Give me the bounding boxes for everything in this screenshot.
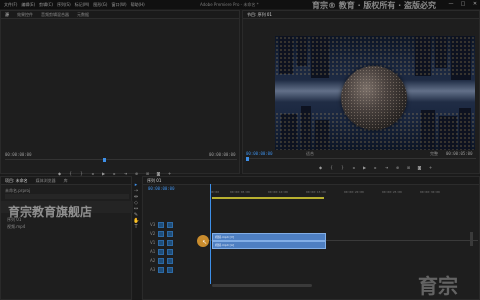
tab-effect-controls[interactable]: 效果控件 <box>17 12 33 18</box>
program-playhead[interactable] <box>246 157 249 161</box>
planet-sphere <box>341 66 407 130</box>
source-timecode-in[interactable]: 00:00:00:00 <box>5 152 32 157</box>
step-back-icon[interactable]: ◂ <box>351 165 356 170</box>
go-to-out-icon[interactable]: ⇥ <box>384 165 389 170</box>
track-header-a1: A1 <box>150 247 208 256</box>
source-scrub-bar[interactable] <box>5 159 237 160</box>
track-header-v3: V3 <box>150 220 208 229</box>
project-panel: 项目: 未命名 媒体浏览器 库 未命名.prproj 序列 01 视频.mp4 <box>0 176 133 300</box>
tab-metadata[interactable]: 元数据 <box>77 12 89 18</box>
extract-icon[interactable]: ⊞ <box>406 165 411 170</box>
source-playhead[interactable] <box>103 158 106 162</box>
watermark-left: 育宗教育旗舰店 <box>8 205 93 219</box>
menu-sequence[interactable]: 序列(S) <box>57 2 71 8</box>
app-title: Adobe Premiere Pro - 未命名 * <box>200 2 259 7</box>
tab-program[interactable]: 节目: 序列 01 <box>247 12 272 18</box>
ruler-label: 00:00:20:00 <box>344 190 364 194</box>
tab-library[interactable]: 库 <box>64 178 68 184</box>
video-clip[interactable]: 视频.mp4 [V] <box>212 233 326 241</box>
menu-markers[interactable]: 标记(M) <box>75 2 90 8</box>
tab-timeline-sequence[interactable]: 序列 01 <box>147 178 161 184</box>
program-fit-select[interactable]: 适合 <box>306 151 314 157</box>
menu-edit[interactable]: 编辑(E) <box>21 2 35 8</box>
source-timecode-duration: 00:00:00:00 <box>209 152 236 157</box>
ruler-label: 00:00:05:00 <box>230 190 250 194</box>
premiere-window: 文件(F) 编辑(E) 剪辑(C) 序列(S) 标记(M) 图形(G) 窗口(W… <box>0 0 480 300</box>
mute-icon[interactable] <box>158 248 165 255</box>
menu-window[interactable]: 窗口(W) <box>111 2 126 8</box>
mute-icon[interactable] <box>158 266 165 273</box>
source-tabbar: 源 效果控件 音频剪辑混合器 元数据 <box>1 11 239 19</box>
eye-icon[interactable] <box>167 239 174 246</box>
eye-icon[interactable] <box>167 230 174 237</box>
ruler-label: 00:00:25:00 <box>382 190 402 194</box>
lock-icon[interactable] <box>158 230 165 237</box>
lock-icon[interactable] <box>158 221 165 228</box>
menu-file[interactable]: 文件(F) <box>4 2 17 8</box>
program-timecode[interactable]: 00:00:00:00 <box>246 151 273 156</box>
timeline-vertical-scrollbar[interactable] <box>470 232 473 246</box>
play-icon[interactable]: ▶ <box>362 165 367 170</box>
program-video-frame <box>275 36 475 150</box>
track-headers: V3 V2 V1 A1 A2 A3 <box>150 220 208 274</box>
project-tabbar: 项目: 未命名 媒体浏览器 库 <box>1 177 131 185</box>
project-item-video[interactable]: 视频.mp4 <box>7 224 25 230</box>
solo-icon[interactable] <box>167 257 174 264</box>
solo-icon[interactable] <box>167 266 174 273</box>
ruler-label: 00:00:10:00 <box>268 190 288 194</box>
ruler-label: 00:00 <box>210 190 220 194</box>
lift-icon[interactable]: ⊕ <box>395 165 400 170</box>
work-area-bar[interactable] <box>212 197 324 199</box>
close-button[interactable]: ✕ <box>472 1 478 7</box>
timeline-scrollbar[interactable] <box>212 284 312 287</box>
program-quality-select[interactable]: 完整 <box>430 151 438 157</box>
ruler-label: 00:00:15:00 <box>306 190 326 194</box>
source-panel: 源 效果控件 音频剪辑混合器 元数据 00:00:00:00 00:00:00:… <box>0 10 240 176</box>
menu-clip[interactable]: 剪辑(C) <box>39 2 53 8</box>
go-to-in-icon[interactable]: } <box>340 165 345 170</box>
type-tool-icon[interactable]: T <box>133 224 139 230</box>
mark-out-icon[interactable]: { <box>329 165 334 170</box>
audio-clip[interactable]: 视频.mp4 [A] <box>212 241 326 249</box>
tools-panel: ▸ ⇢ ⇹ ◇ ↔ ✎ ✋ T <box>133 182 141 300</box>
tab-media-browser[interactable]: 媒体浏览器 <box>36 178 56 184</box>
program-tabbar: 节目: 序列 01 <box>243 11 479 19</box>
maximize-button[interactable]: □ <box>460 1 466 7</box>
program-duration: 00:00:05:00 <box>446 151 473 156</box>
insert-icon[interactable]: ⊕ <box>134 171 139 176</box>
lock-icon[interactable] <box>158 239 165 246</box>
timeline-timecode[interactable]: 00:00:00:00 <box>148 186 175 191</box>
program-scrub-bar[interactable] <box>246 158 476 159</box>
project-search-input[interactable] <box>5 194 129 199</box>
tab-source[interactable]: 源 <box>5 12 9 18</box>
add-button-icon[interactable]: + <box>428 165 433 170</box>
step-forward-icon[interactable]: ▸ <box>373 165 378 170</box>
tab-project[interactable]: 项目: 未命名 <box>5 178 28 184</box>
mark-in-icon[interactable]: ◆ <box>318 165 323 170</box>
minimize-button[interactable]: — <box>448 1 454 7</box>
tab-audio-mixer[interactable]: 音频剪辑混合器 <box>41 12 69 18</box>
menu-graphics[interactable]: 图形(G) <box>93 2 107 8</box>
ruler-label: 00:00:30:00 <box>420 190 440 194</box>
eye-icon[interactable] <box>167 221 174 228</box>
menu-help[interactable]: 帮助(H) <box>131 2 145 8</box>
track-header-a3: A3 <box>150 265 208 274</box>
track-header-a2: A2 <box>150 256 208 265</box>
watermark-bottom-right: 育宗 <box>418 274 458 298</box>
export-frame-icon[interactable]: ◙ <box>417 165 422 170</box>
program-transport: ◆ { } ◂ ▶ ▸ ⇥ ⊕ ⊞ ◙ + <box>318 165 433 170</box>
mute-icon[interactable] <box>158 257 165 264</box>
cursor-pointer-icon: ↖ <box>202 239 208 246</box>
timeline-playhead[interactable] <box>210 184 211 284</box>
window-controls: — □ ✕ <box>448 1 478 7</box>
solo-icon[interactable] <box>167 248 174 255</box>
